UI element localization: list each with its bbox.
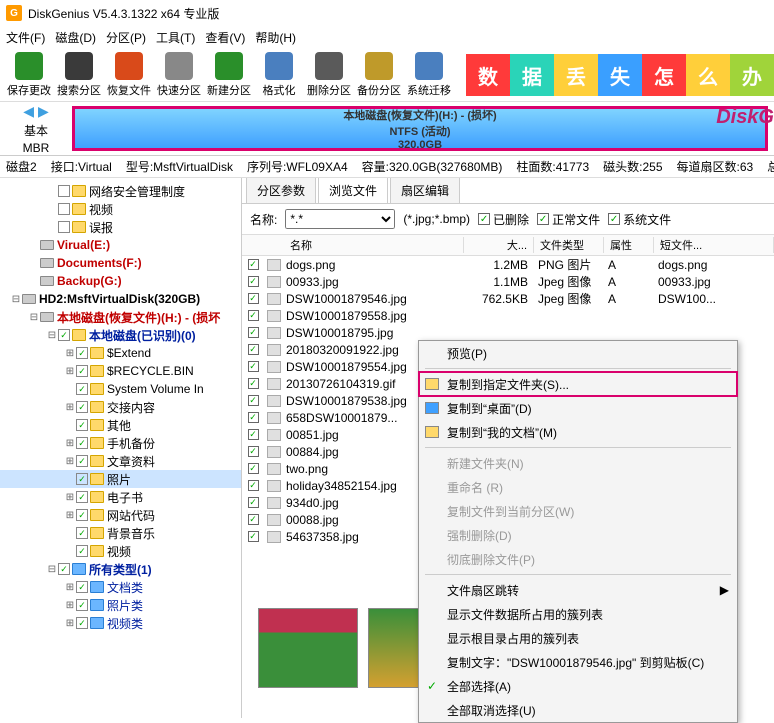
toolbar-button[interactable]: 格式化: [254, 52, 304, 98]
tree-node[interactable]: ⊞✓文档类: [0, 578, 241, 596]
tree-node[interactable]: ⊟HD2:MsftVirtualDisk(320GB): [0, 290, 241, 308]
filter-system-checkbox[interactable]: ✓系统文件: [608, 211, 671, 228]
file-row[interactable]: ✓DSW10001879546.jpg762.5KBJpeg 图像ADSW100…: [242, 290, 774, 307]
banner-char: 据: [510, 54, 554, 96]
filter-normal-checkbox[interactable]: ✓正常文件: [537, 211, 600, 228]
tree-node[interactable]: ✓视频: [0, 542, 241, 560]
tree-node[interactable]: 视频: [0, 200, 241, 218]
toolbar-button[interactable]: 新建分区: [204, 52, 254, 98]
filter-pattern-select[interactable]: *.*: [285, 209, 395, 229]
context-menu-item: 强制删除(D): [419, 523, 737, 547]
tree-node[interactable]: ⊞✓$Extend: [0, 344, 241, 362]
file-row[interactable]: ✓00933.jpg1.1MBJpeg 图像A00933.jpg: [242, 273, 774, 290]
menu-item[interactable]: 帮助(H): [255, 29, 296, 46]
tree-node[interactable]: 网络安全管理制度: [0, 182, 241, 200]
window-title: DiskGenius V5.4.3.1322 x64 专业版: [28, 5, 219, 22]
thumbnail[interactable]: [258, 608, 358, 688]
banner-char: 办: [730, 54, 774, 96]
banner-char: 怎: [642, 54, 686, 96]
file-list-header: 名称 大... 文件类型 属性 短文件...: [242, 234, 774, 256]
menu-item[interactable]: 文件(F): [6, 29, 45, 46]
tree-node[interactable]: ⊞✓视频类: [0, 614, 241, 632]
filter-wildcard-hint: (*.jpg;*.bmp): [403, 212, 470, 226]
tree-node[interactable]: ⊞✓交接内容: [0, 398, 241, 416]
menubar: 文件(F) 磁盘(D) 分区(P) 工具(T) 查看(V) 帮助(H): [0, 26, 774, 48]
tree-node[interactable]: ✓照片: [0, 470, 241, 488]
toolbar-button[interactable]: 快速分区: [154, 52, 204, 98]
tree-node[interactable]: ⊞✓照片类: [0, 596, 241, 614]
banner-char: 失: [598, 54, 642, 96]
file-row[interactable]: ✓dogs.png1.2MBPNG 图片Adogs.png: [242, 256, 774, 273]
tree-node[interactable]: ⊞✓网站代码: [0, 506, 241, 524]
context-menu-item[interactable]: 全部取消选择(U): [419, 698, 737, 722]
tree-node[interactable]: ⊞✓文章资料: [0, 452, 241, 470]
app-logo-icon: G: [6, 5, 22, 21]
folder-tree[interactable]: 网络安全管理制度视频误报Virual(E:)Documents(F:)Backu…: [0, 178, 242, 718]
context-menu-item[interactable]: 预览(P): [419, 341, 737, 365]
tree-node[interactable]: Documents(F:): [0, 254, 241, 272]
tab[interactable]: 浏览文件: [318, 178, 388, 203]
context-menu: 预览(P) 复制到指定文件夹(S)...复制到“桌面”(D)复制到“我的文档”(M…: [418, 340, 738, 723]
tree-node[interactable]: Backup(G:): [0, 272, 241, 290]
toolbar: 保存更改搜索分区恢复文件快速分区新建分区格式化删除分区备份分区系统迁移数据丢失怎…: [0, 48, 774, 102]
context-menu-item[interactable]: 复制到“桌面”(D): [419, 396, 737, 420]
context-menu-item[interactable]: 复制到指定文件夹(S)...: [419, 372, 737, 396]
tree-node[interactable]: ⊟✓所有类型(1): [0, 560, 241, 578]
nav-arrows[interactable]: ◀ ▶: [23, 103, 48, 120]
menu-item[interactable]: 分区(P): [106, 29, 146, 46]
menu-item[interactable]: 磁盘(D): [55, 29, 96, 46]
filter-deleted-checkbox[interactable]: ✓已删除: [478, 211, 529, 228]
toolbar-button[interactable]: 删除分区: [304, 52, 354, 98]
tree-node[interactable]: ⊟本地磁盘(恢复文件)(H:) - (损坏: [0, 308, 241, 326]
file-row[interactable]: ✓DSW100018795.jpg: [242, 324, 774, 341]
disk-status-line: 磁盘2接口:Virtual型号:MsftVirtualDisk序列号:WFL09…: [0, 156, 774, 178]
toolbar-button[interactable]: 系统迁移: [404, 52, 454, 98]
context-menu-item: 彻底删除文件(P): [419, 547, 737, 571]
tree-node[interactable]: ✓System Volume In: [0, 380, 241, 398]
banner-char: 丢: [554, 54, 598, 96]
tab[interactable]: 扇区编辑: [390, 178, 460, 203]
tree-node[interactable]: ⊞✓手机备份: [0, 434, 241, 452]
context-menu-item[interactable]: 文件扇区跳转▶: [419, 578, 737, 602]
tree-node[interactable]: ⊟✓本地磁盘(已识别)(0): [0, 326, 241, 344]
menu-item[interactable]: 查看(V): [205, 29, 245, 46]
context-menu-item: 复制文件到当前分区(W): [419, 499, 737, 523]
banner-char: 数: [466, 54, 510, 96]
context-menu-item: 新建文件夹(N): [419, 451, 737, 475]
context-menu-item[interactable]: 显示文件数据所占用的簇列表: [419, 602, 737, 626]
tab[interactable]: 分区参数: [246, 178, 316, 203]
right-tabs: 分区参数浏览文件扇区编辑: [242, 178, 774, 204]
tree-node[interactable]: ✓背景音乐: [0, 524, 241, 542]
context-menu-item[interactable]: 显示根目录占用的簇列表: [419, 626, 737, 650]
tree-node[interactable]: ⊞✓电子书: [0, 488, 241, 506]
disk-basic-label: 基本: [24, 122, 48, 139]
tree-node[interactable]: ✓其他: [0, 416, 241, 434]
file-row[interactable]: ✓DSW10001879558.jpg: [242, 307, 774, 324]
filter-name-label: 名称:: [250, 211, 277, 228]
toolbar-button[interactable]: 保存更改: [4, 52, 54, 98]
tree-node[interactable]: ⊞✓$RECYCLE.BIN: [0, 362, 241, 380]
toolbar-button[interactable]: 恢复文件: [104, 52, 154, 98]
disk-mbr-label: MBR: [23, 141, 50, 155]
tree-node[interactable]: 误报: [0, 218, 241, 236]
toolbar-button[interactable]: 备份分区: [354, 52, 404, 98]
partition-bar[interactable]: 本地磁盘(恢复文件)(H:) - (损坏) NTFS (活动) 320.0GB: [72, 106, 768, 151]
menu-item[interactable]: 工具(T): [156, 29, 195, 46]
banner-char: 么: [686, 54, 730, 96]
context-menu-item[interactable]: 复制文字："DSW10001879546.jpg" 到剪贴板(C): [419, 650, 737, 674]
tree-node[interactable]: Virual(E:): [0, 236, 241, 254]
toolbar-button[interactable]: 搜索分区: [54, 52, 104, 98]
context-menu-item: 重命名 (R): [419, 475, 737, 499]
context-menu-item[interactable]: 复制到“我的文档”(M): [419, 420, 737, 444]
context-menu-item[interactable]: ✓全部选择(A): [419, 674, 737, 698]
diskgenius-logo: DiskG: [716, 106, 774, 129]
